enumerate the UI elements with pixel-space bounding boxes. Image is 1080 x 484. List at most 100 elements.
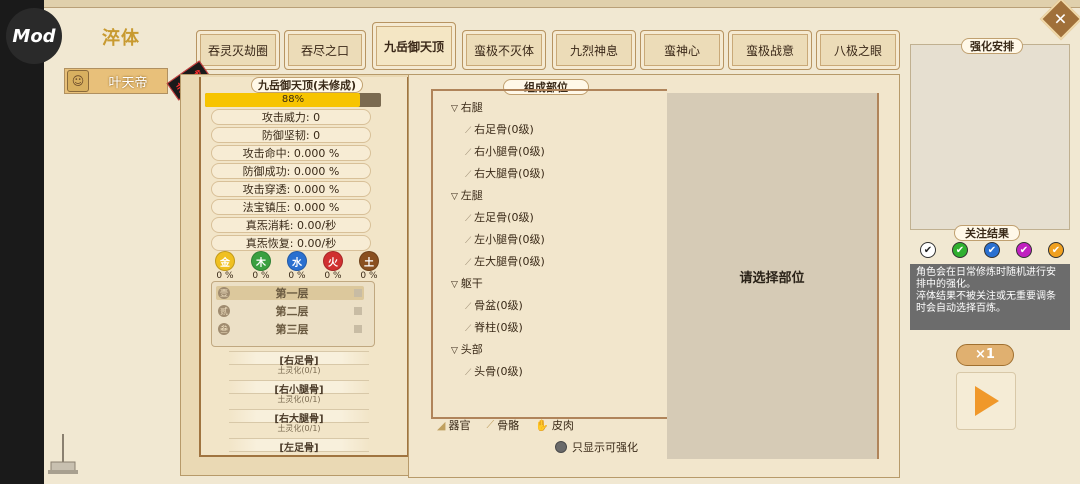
stat-row: 真炁消耗: 0.00/秒 (211, 217, 371, 233)
tab-7[interactable]: 蛮极战意 (728, 30, 812, 70)
screen: 淬体 吞灵灭劫圈 吞尽之口 九岳御天顶 蛮极不灭体 九烈神息 蛮神心 蛮极战意 八极之眼 ✕ … (44, 0, 1080, 484)
filter-2[interactable]: ⟋ 骨骼 (486, 417, 519, 433)
description-line: 淬体结果不被关注或无重要调条时会自动选择百炼。 (916, 291, 1056, 314)
only-enhanceable-toggle[interactable]: 只显示可强化 (555, 439, 638, 455)
layer-3[interactable]: 叁 第三层 (216, 322, 364, 336)
slot-title[interactable]: [左足骨] (229, 438, 369, 454)
layer-number-icon: 贰 (218, 305, 230, 317)
tree-group[interactable]: 躯干 (451, 273, 667, 295)
layer-2[interactable]: 贰 第二层 (216, 304, 364, 318)
stat-row: 攻击穿透: 0.000 % (211, 181, 371, 197)
layer-1[interactable]: 壹 第一层 (216, 286, 364, 300)
tab-6[interactable]: 蛮神心 (640, 30, 724, 70)
progress-bar: 88% (205, 93, 381, 107)
tab-5[interactable]: 九烈神息 (552, 30, 636, 70)
stat-list: 攻击威力: 0 防御坚韧: 0 攻击命中: 0.000 % 防御成功: 0.000 %… (211, 109, 371, 253)
focus-check-3-icon[interactable]: ✔ (984, 242, 1000, 258)
slot-subtitle: 土灵化(0/1) (277, 424, 321, 433)
play-icon (975, 386, 999, 416)
focus-check-5-icon[interactable]: ✔ (1048, 242, 1064, 258)
organ-icon: ◢ (437, 418, 446, 432)
layer-checkbox[interactable] (354, 289, 362, 297)
stat-row: 攻击威力: 0 (211, 109, 371, 125)
progress-label: 88% (281, 94, 305, 105)
filter-label: 器官 (448, 419, 471, 432)
tree-item[interactable]: 骨盆(0级) (451, 295, 667, 317)
tree-group[interactable]: 头部 (451, 339, 667, 361)
close-icon: ✕ (1054, 9, 1068, 29)
only-enhanceable-label: 只显示可强化 (572, 441, 638, 454)
slot-title[interactable]: [右大腿骨] (229, 409, 369, 425)
stat-row: 防御坚韧: 0 (211, 127, 371, 143)
element-pct: 0 % (324, 271, 342, 281)
parts-tree: 右腿右足骨(0级)右小腿骨(0级)右大腿骨(0级)左腿左足骨(0级)左小腿骨(0… (431, 89, 667, 419)
page-title: 淬体 (102, 28, 140, 49)
multiplier-button[interactable]: ×1 (956, 344, 1014, 366)
layer-label: 第一层 (275, 287, 309, 300)
stat-row: 法宝镇压: 0.000 % (211, 199, 371, 215)
slot-title[interactable]: [右足骨] (229, 351, 369, 367)
tree-item[interactable]: 右足骨(0级) (451, 119, 667, 141)
start-button[interactable] (956, 372, 1016, 430)
focus-check-4-icon[interactable]: ✔ (1016, 242, 1032, 258)
layer-number-icon: 壹 (218, 287, 230, 299)
layer-list: 壹 第一层贰 第二层叁 第三层 (211, 281, 375, 347)
filter-3[interactable]: ✋ 皮肉 (535, 417, 574, 433)
arrangement-panel: 强化安排 关注结果 ✔ ✔ ✔ ✔ ✔ 角色会在日常修炼时随机进行安排中的强化。 淬体结… (906, 38, 1070, 480)
filter-label: 皮肉 (551, 419, 574, 432)
tree-item[interactable]: 右小腿骨(0级) (451, 141, 667, 163)
filter-bar: ◢ 器官 ⟋ 骨骼 ✋ 皮肉 (437, 417, 574, 433)
slot-subtitle: 土灵化(0/1) (277, 395, 321, 404)
layer-label: 第三层 (275, 323, 309, 336)
avatar-icon: ☺ (67, 70, 89, 92)
arrangement-box: 强化安排 (910, 38, 1070, 230)
tree-item[interactable]: 右大腿骨(0级) (451, 163, 667, 185)
tab-8[interactable]: 八极之眼 (816, 30, 900, 70)
top-bar (44, 0, 1080, 8)
element-pct: 0 % (288, 271, 306, 281)
mod-logo: Mod (6, 8, 62, 64)
incense-icon (48, 434, 78, 474)
element-pct: 0 % (252, 271, 270, 281)
element-0-icon: 金 (215, 251, 235, 271)
skin-icon: ✋ (535, 418, 549, 432)
tab-3[interactable]: 九岳御天顶 (372, 22, 456, 70)
character-name: 叶天帝 (108, 75, 148, 91)
parts-panel: 组成部位 右腿右足骨(0级)右小腿骨(0级)右大腿骨(0级)左腿左足骨(0级)左… (408, 74, 900, 478)
element-pct: 0 % (216, 271, 234, 281)
tree-item[interactable]: 左大腿骨(0级) (451, 251, 667, 273)
layer-checkbox[interactable] (354, 307, 362, 315)
layer-checkbox[interactable] (354, 325, 362, 333)
filter-1[interactable]: ◢ 器官 (437, 417, 470, 433)
character-selector[interactable]: ☺ 叶天帝 (64, 68, 168, 94)
element-4-icon: 土 (359, 251, 379, 271)
stat-row: 攻击命中: 0.000 % (211, 145, 371, 161)
focus-check-1-icon[interactable]: ✔ (920, 242, 936, 258)
element-list: 金0 % 木 0 % 水 0 % 火 0 % 土 0 % (211, 251, 379, 281)
stat-row: 真炁恢复: 0.00/秒 (211, 235, 371, 251)
arrangement-description: 角色会在日常修炼时随机进行安排中的强化。 淬体结果不被关注或无重要调条时会自动选… (910, 264, 1070, 330)
focus-title: 关注结果 (954, 225, 1020, 241)
slot-subtitle: 土灵化(0/1) (277, 366, 321, 375)
description-line: 角色会在日常修炼时随机进行安排中的强化。 (916, 267, 1056, 290)
tab-4[interactable]: 蛮极不灭体 (462, 30, 546, 70)
tree-item[interactable]: 头骨(0级) (451, 361, 667, 383)
tree-item[interactable]: 左小腿骨(0级) (451, 229, 667, 251)
part-detail-placeholder: 请选择部位 (667, 93, 879, 459)
tree-item[interactable]: 脊柱(0级) (451, 317, 667, 339)
tab-1[interactable]: 吞灵灭劫圈 (196, 30, 280, 70)
bone-icon: ⟋ (486, 418, 495, 431)
tab-2[interactable]: 吞尽之口 (284, 30, 366, 70)
tree-group[interactable]: 右腿 (451, 97, 667, 119)
element-2-icon: 水 (287, 251, 307, 271)
element-pct: 0 % (360, 271, 378, 281)
arrangement-title: 强化安排 (961, 38, 1023, 54)
tree-group[interactable]: 左腿 (451, 185, 667, 207)
element-3-icon: 火 (323, 251, 343, 271)
technique-title: 九岳御天顶(未修成) (251, 77, 363, 93)
slot-title[interactable]: [右小腿骨] (229, 380, 369, 396)
technique-panel: 九岳御天顶(未修成) 88% 攻击威力: 0 防御坚韧: 0 攻击命中: 0.000… (180, 74, 410, 476)
technique-frame: 九岳御天顶(未修成) 88% 攻击威力: 0 防御坚韧: 0 攻击命中: 0.000… (199, 77, 409, 457)
focus-check-2-icon[interactable]: ✔ (952, 242, 968, 258)
tree-item[interactable]: 左足骨(0级) (451, 207, 667, 229)
